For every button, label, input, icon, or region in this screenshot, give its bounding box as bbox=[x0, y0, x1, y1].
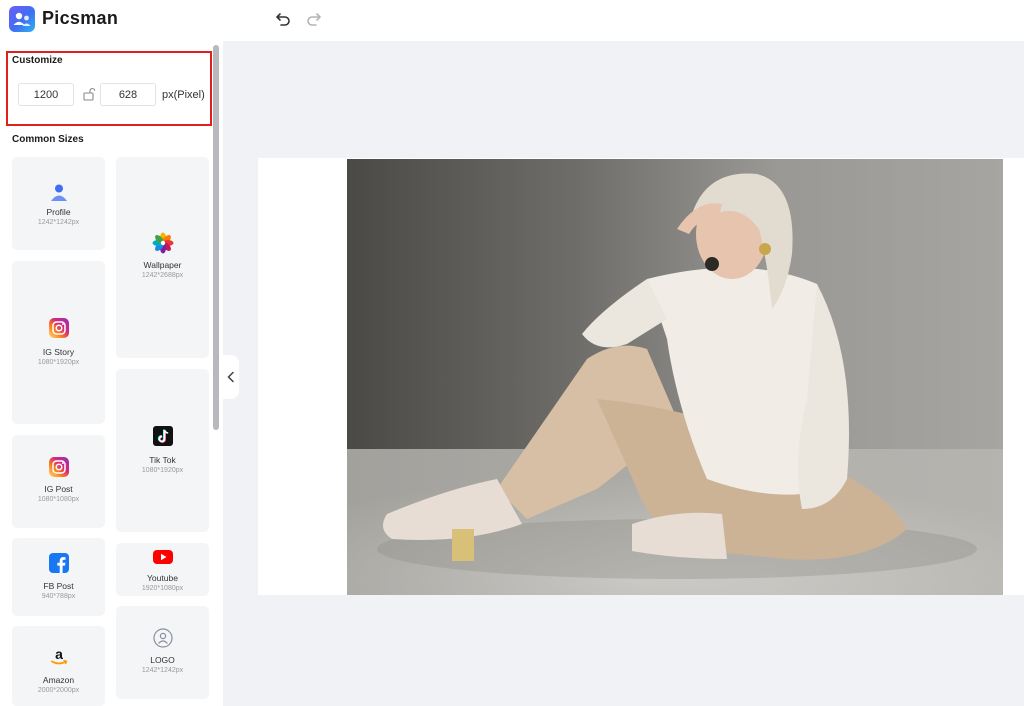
app-title: Picsman bbox=[42, 8, 119, 28]
size-card-dimensions: 1242*1242px bbox=[37, 219, 80, 226]
redo-icon[interactable] bbox=[306, 11, 322, 27]
size-card-label: Tik Tok bbox=[149, 455, 176, 465]
size-card-ig-post[interactable]: IG Post 1080*1080px bbox=[12, 435, 105, 528]
customize-title: Customize bbox=[12, 55, 63, 66]
size-card-dimensions: 1080*1920px bbox=[141, 467, 184, 474]
unit-label: px(Pixel) bbox=[162, 89, 205, 101]
size-card-dimensions: 1242*2688px bbox=[141, 272, 184, 279]
size-card-dimensions: 2000*2000px bbox=[37, 687, 80, 694]
size-card-logo[interactable]: LOGO 1242*1242px bbox=[116, 606, 209, 699]
size-card-label: IG Story bbox=[42, 347, 75, 357]
size-card-label: Wallpaper bbox=[143, 260, 182, 270]
lock-open-icon[interactable] bbox=[82, 87, 96, 101]
tiktok-icon bbox=[152, 426, 173, 446]
canvas-photo[interactable] bbox=[347, 159, 1003, 595]
size-card-dimensions: 1242*1242px bbox=[141, 667, 184, 674]
size-card-label: Amazon bbox=[42, 675, 75, 685]
common-sizes-title: Common Sizes bbox=[12, 134, 84, 145]
size-card-dimensions: 1080*1080px bbox=[37, 496, 80, 503]
size-card-label: LOGO bbox=[150, 655, 175, 665]
size-card-profile[interactable]: Profile 1242*1242px bbox=[12, 157, 105, 250]
size-card-dimensions: 1080*1920px bbox=[37, 359, 80, 366]
size-card-label: Youtube bbox=[147, 573, 178, 583]
logo-placeholder-icon bbox=[152, 628, 173, 648]
svg-text:a: a bbox=[55, 646, 63, 662]
size-card-label: FB Post bbox=[43, 581, 74, 591]
size-card-fb-post[interactable]: FB Post 940*788px bbox=[12, 538, 105, 616]
picsman-logo-icon bbox=[9, 6, 35, 32]
youtube-icon bbox=[152, 550, 173, 564]
instagram-icon bbox=[48, 318, 69, 338]
instagram-icon bbox=[48, 457, 69, 477]
size-card-wallpaper[interactable]: Wallpaper 1242*2688px bbox=[116, 157, 209, 358]
size-card-dimensions: 940*788px bbox=[41, 593, 76, 600]
size-card-amazon[interactable]: a Amazon 2000*2000px bbox=[12, 626, 105, 706]
height-input[interactable] bbox=[100, 83, 156, 106]
fashion-photo-illustration bbox=[347, 173, 1003, 595]
size-card-label: IG Post bbox=[44, 484, 73, 494]
size-card-label: Profile bbox=[46, 207, 71, 217]
width-input[interactable] bbox=[18, 83, 74, 106]
size-card-tiktok[interactable]: Tik Tok 1080*1920px bbox=[116, 369, 209, 532]
amazon-icon: a bbox=[50, 646, 67, 665]
size-sidebar: Customize px(Pixel) Common Sizes Profile… bbox=[0, 41, 223, 706]
size-card-youtube[interactable]: Youtube 1920*1080px bbox=[116, 543, 209, 596]
top-bar: Picsman bbox=[0, 0, 1024, 41]
size-card-dimensions: 1920*1080px bbox=[141, 585, 184, 592]
photos-flower-icon bbox=[152, 232, 173, 254]
profile-icon bbox=[50, 184, 67, 201]
undo-icon[interactable] bbox=[275, 11, 291, 27]
facebook-icon bbox=[48, 553, 69, 573]
sidebar-scrollbar[interactable] bbox=[213, 45, 219, 430]
size-card-ig-story[interactable]: IG Story 1080*1920px bbox=[12, 261, 105, 424]
chevron-left-icon bbox=[227, 371, 234, 383]
collapse-sidebar-button[interactable] bbox=[223, 355, 239, 399]
